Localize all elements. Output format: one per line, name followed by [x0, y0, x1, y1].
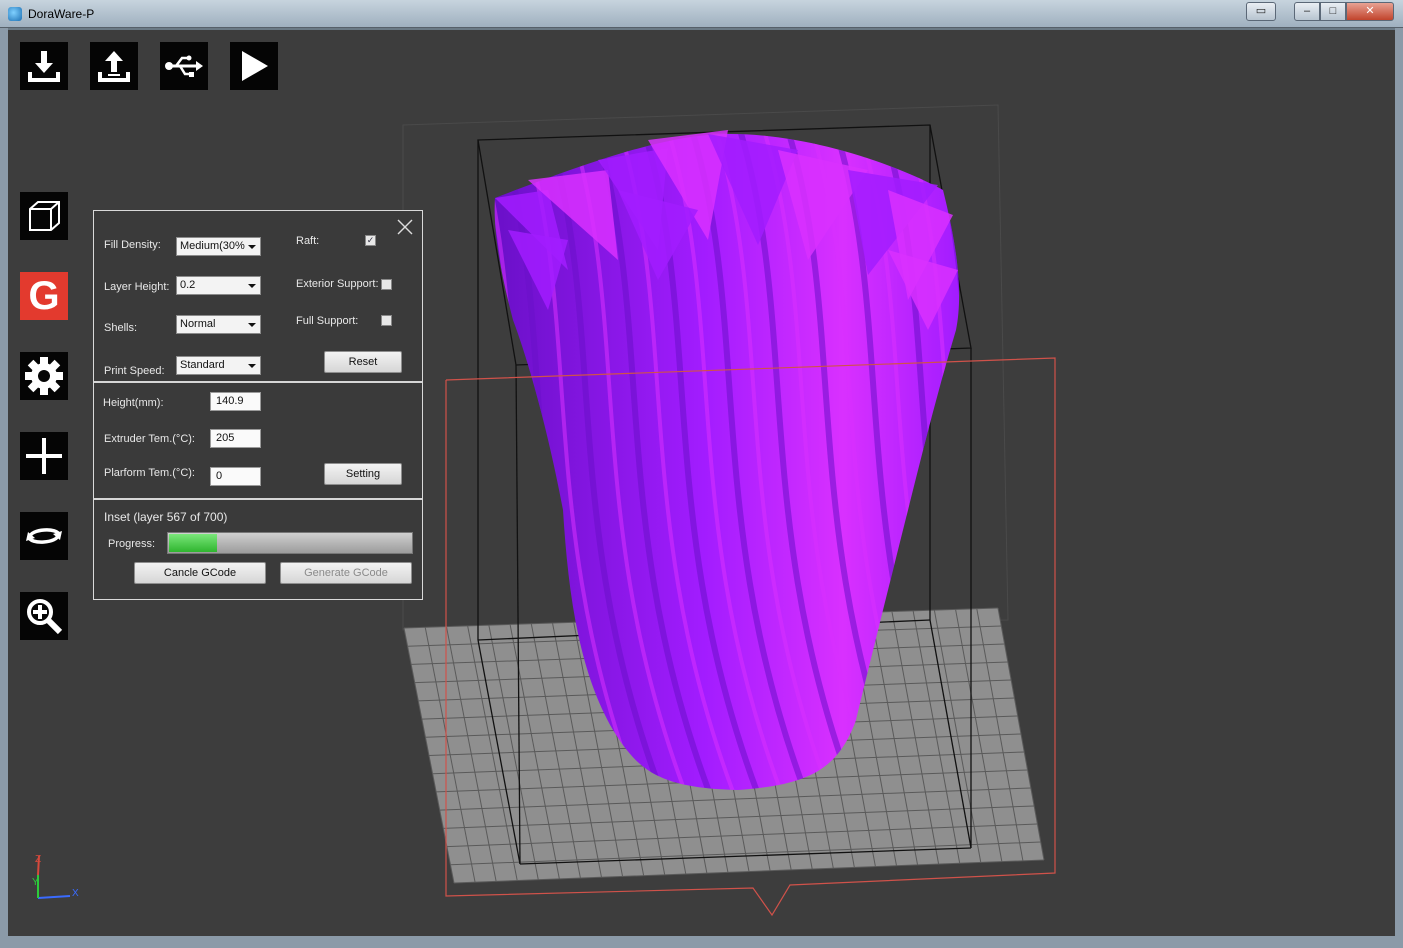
extruder-temp-label: Extruder Tem.(°C):	[104, 433, 195, 445]
upload-tray-icon	[98, 51, 130, 82]
window-frame-right	[1395, 28, 1403, 948]
reset-button[interactable]: Reset	[324, 351, 402, 373]
layer-height-select[interactable]: 0.2	[176, 276, 261, 295]
zoom-in-icon	[27, 599, 63, 635]
generate-gcode-button[interactable]: Generate GCode	[280, 562, 412, 584]
cube-icon	[29, 201, 60, 231]
slice-status-text: Inset (layer 567 of 700)	[104, 510, 228, 524]
play-icon	[242, 51, 268, 81]
rotate-icon	[26, 528, 62, 544]
fill-density-value: Medium(30%	[180, 240, 245, 252]
y-axis-label: Y	[32, 877, 39, 888]
panel-divider	[94, 498, 422, 500]
full-support-label: Full Support:	[296, 315, 359, 327]
window-frame-left	[0, 28, 8, 948]
print-speed-select[interactable]: Standard	[176, 356, 261, 375]
maximize-button[interactable]: □	[1320, 2, 1346, 21]
download-tray-icon	[28, 51, 60, 82]
window-frame-bottom	[0, 936, 1403, 948]
z-axis-label: Z	[35, 854, 41, 865]
fill-density-label: Fill Density:	[104, 239, 161, 251]
platform-temp-label: Plarform Tem.(°C):	[104, 467, 195, 479]
usb-connect-button[interactable]	[160, 42, 208, 90]
g-letter-icon: G	[28, 274, 60, 318]
title-bar: DoraWare-P ▭ – □ ✕	[0, 0, 1403, 28]
3d-viewport[interactable]: X Y Z G Fill Density: Medium(30% Layer H…	[8, 30, 1395, 936]
close-window-button[interactable]: ✕	[1346, 2, 1394, 21]
load-model-button[interactable]	[20, 42, 68, 90]
chevron-down-icon	[248, 364, 256, 368]
panel-divider	[94, 381, 422, 383]
layer-height-label: Layer Height:	[104, 281, 170, 293]
chevron-down-icon	[248, 245, 256, 249]
app-icon	[8, 7, 22, 21]
progress-label: Progress:	[108, 538, 156, 550]
chevron-down-icon	[248, 284, 256, 288]
layer-height-value: 0.2	[180, 279, 196, 291]
print-speed-label: Print Speed:	[104, 365, 165, 377]
view-cube-button[interactable]	[20, 192, 68, 240]
exterior-support-checkbox[interactable]	[381, 279, 392, 290]
shells-label: Shells:	[104, 322, 138, 334]
minimize-button[interactable]: –	[1294, 2, 1320, 21]
gcode-button[interactable]: G	[20, 272, 68, 320]
x-axis-label: X	[72, 888, 79, 899]
platform-temp-field[interactable]: 0	[210, 467, 261, 486]
slice-settings-panel: Fill Density: Medium(30% Layer Height: 0…	[93, 210, 423, 600]
progress-bar	[167, 532, 413, 554]
extruder-temp-field[interactable]: 205	[210, 429, 261, 448]
zoom-button[interactable]	[20, 592, 68, 640]
gear-icon	[25, 357, 63, 395]
x-axis-line	[37, 895, 71, 899]
settings-button[interactable]	[20, 352, 68, 400]
rotate-button[interactable]	[20, 512, 68, 560]
cancel-gcode-button[interactable]: Cancle GCode	[134, 562, 266, 584]
shells-select[interactable]: Normal	[176, 315, 261, 334]
full-support-checkbox[interactable]	[381, 315, 392, 326]
fill-density-select[interactable]: Medium(30%	[176, 237, 261, 256]
restore-window-button[interactable]: ▭	[1246, 2, 1276, 21]
axis-triad: X Y Z	[32, 854, 79, 899]
exterior-support-label: Exterior Support:	[296, 278, 379, 290]
export-button[interactable]	[90, 42, 138, 90]
height-field[interactable]: 140.9	[210, 392, 261, 411]
progress-fill	[169, 534, 217, 552]
plus-move-icon	[26, 438, 62, 474]
print-speed-value: Standard	[180, 359, 225, 371]
start-print-button[interactable]	[230, 42, 278, 90]
raft-label: Raft:	[296, 235, 320, 247]
height-label: Height(mm):	[103, 397, 164, 409]
chevron-down-icon	[248, 323, 256, 327]
move-button[interactable]	[20, 432, 68, 480]
usb-icon	[165, 55, 203, 77]
window-title: DoraWare-P	[28, 7, 95, 21]
shells-value: Normal	[180, 318, 216, 330]
raft-checkbox[interactable]: ✓	[365, 235, 376, 246]
setting-button[interactable]: Setting	[324, 463, 402, 485]
panel-close-icon[interactable]	[396, 218, 414, 236]
